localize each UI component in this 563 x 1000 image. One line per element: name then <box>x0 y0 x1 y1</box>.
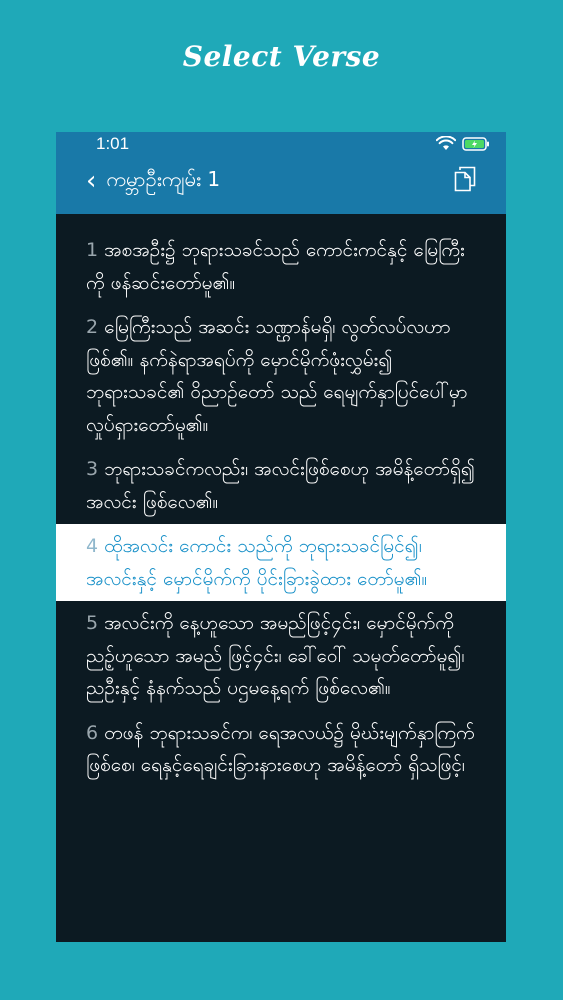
verse-text: ထိုအလင်း ကောင်း သည်ကို ဘုရားသခင်မြင်၍၊ အ… <box>86 535 428 590</box>
back-button[interactable]: ‹ ကမ္ဘာဦးကျမ်း 1 <box>86 166 220 196</box>
verse-number: 3 <box>86 458 99 480</box>
verse-number: 4 <box>86 535 99 557</box>
copy-button[interactable] <box>454 166 476 196</box>
verse-text: အလင်းကို နေ့ဟူသော အမည်ဖြင့်၄င်း၊ မှောင်မ… <box>86 612 465 699</box>
verse-1[interactable]: 1 အစအဦး၌ ဘုရားသခင်သည် ကောင်းကင်နှင့် မြေက… <box>56 228 506 305</box>
verse-6[interactable]: 6 တဖန် ဘုရားသခင်က၊ ရေအလယ်၌ မိုဃ်းမျက်နှာက… <box>56 711 506 788</box>
battery-icon <box>462 136 489 151</box>
app-bar: 1:01 ‹ ကမ္ဘာဦးကျမ်း 1 <box>56 132 506 214</box>
phone-screen: 1:01 ‹ ကမ္ဘာဦးကျမ်း 1 1 အစအဦး၌ ဘုရားသခင်… <box>56 132 506 942</box>
copy-icon <box>454 166 476 192</box>
verse-4-selected[interactable]: 4 ထိုအလင်း ကောင်း သည်ကို ဘုရားသခင်မြင်၍၊ … <box>56 524 506 601</box>
nav-row: ‹ ကမ္ဘာဦးကျမ်း 1 <box>56 162 506 206</box>
status-icons <box>436 136 490 151</box>
verse-text: အစအဦး၌ ဘုရားသခင်သည် ကောင်းကင်နှင့် မြေကြ… <box>86 239 465 294</box>
chapter-title: ကမ္ဘာဦးကျမ်း 1 <box>106 167 221 191</box>
verse-text: တဖန် ဘုရားသခင်က၊ ရေအလယ်၌ မိုဃ်းမျက်နှာကြ… <box>86 721 475 777</box>
verse-number: 5 <box>86 612 99 634</box>
verse-text: မြေကြီးသည် အဆင်း သဏ္ဌာန်မရှိ၊ လွတ်လပ်လဟာ… <box>86 316 468 436</box>
wifi-icon <box>436 136 456 150</box>
verse-3[interactable]: 3 ဘုရားသခင်ကလည်း၊ အလင်းဖြစ်စေဟု အမိန့်တော… <box>56 447 506 524</box>
chevron-left-icon: ‹ <box>86 166 97 196</box>
verse-number: 1 <box>86 239 99 261</box>
status-time: 1:01 <box>96 134 130 153</box>
verse-number: 6 <box>86 721 99 744</box>
verse-5[interactable]: 5 အလင်းကို နေ့ဟူသော အမည်ဖြင့်၄င်း၊ မှောင်… <box>56 601 506 711</box>
verse-text: ဘုရားသခင်ကလည်း၊ အလင်းဖြစ်စေဟု အမိန့်တော်… <box>86 458 476 513</box>
verse-number: 2 <box>86 316 99 338</box>
verse-list: 1 အစအဦး၌ ဘုရားသခင်သည် ကောင်းကင်နှင့် မြေက… <box>56 214 506 788</box>
verse-2[interactable]: 2 မြေကြီးသည် အဆင်း သဏ္ဌာန်မရှိ၊ လွတ်လပ်လဟ… <box>56 305 506 447</box>
promo-title: Select Verse <box>182 40 381 73</box>
